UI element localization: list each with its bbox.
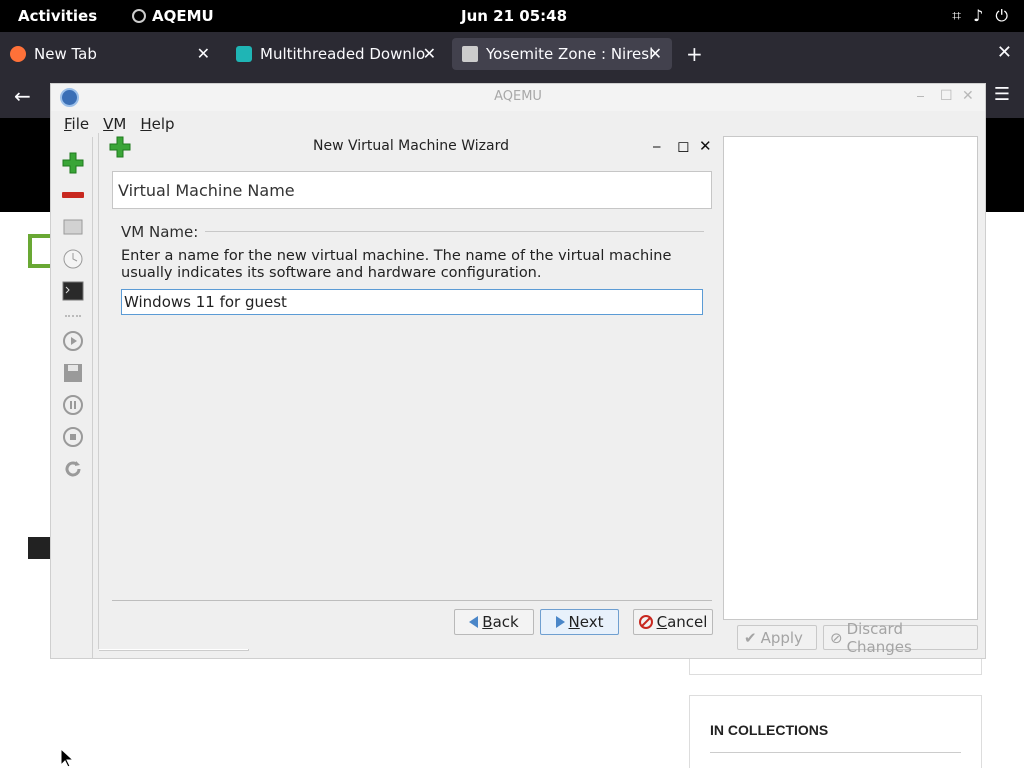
system-top-bar: Activities AQEMU Jun 21 05:48 ⌗ ♪ ⏻ bbox=[0, 0, 1024, 32]
next-arrow-icon bbox=[555, 616, 565, 628]
tab-multithreaded[interactable]: Multithreaded Downlo ✕ bbox=[226, 38, 446, 70]
toolbar-separator bbox=[65, 315, 81, 321]
drive-icon[interactable] bbox=[61, 215, 85, 239]
add-vm-icon[interactable] bbox=[61, 151, 85, 175]
close-icon[interactable]: ✕ bbox=[699, 137, 712, 155]
collections-card: IN COLLECTIONS bbox=[689, 695, 982, 768]
tab-title: New Tab bbox=[34, 45, 97, 63]
window-title: AQEMU bbox=[494, 89, 542, 104]
play-icon[interactable] bbox=[61, 329, 85, 353]
tab-new-tab[interactable]: New Tab ✕ bbox=[0, 38, 220, 70]
clock[interactable]: Jun 21 05:48 bbox=[461, 7, 567, 25]
vm-toolbar bbox=[51, 137, 93, 659]
apply-label: Apply bbox=[760, 628, 803, 647]
checkmark-icon: ✔ bbox=[744, 628, 757, 647]
vm-name-group-label: VM Name: bbox=[121, 223, 205, 241]
new-tab-button[interactable]: + bbox=[686, 42, 703, 66]
minimize-icon[interactable]: ⎯ bbox=[917, 88, 924, 104]
new-vm-wizard-dialog: New Virtual Machine Wizard ⎯ ◻ ✕ Virtual… bbox=[98, 133, 723, 649]
group-divider bbox=[205, 231, 704, 232]
clock-icon[interactable] bbox=[61, 247, 85, 271]
cancel-icon bbox=[638, 615, 653, 629]
terminal-icon[interactable] bbox=[61, 279, 85, 303]
wizard-page-header: Virtual Machine Name bbox=[112, 171, 712, 209]
museum-icon bbox=[462, 46, 478, 62]
firefox-icon bbox=[10, 46, 26, 62]
delete-vm-icon[interactable] bbox=[61, 183, 85, 207]
tab-title: Multithreaded Downlo bbox=[260, 45, 426, 63]
minimize-icon[interactable]: ⎯ bbox=[653, 137, 661, 155]
cancel-button[interactable]: Cancel bbox=[633, 609, 713, 635]
wizard-titlebar[interactable]: New Virtual Machine Wizard ⎯ ◻ ✕ bbox=[99, 133, 723, 161]
app-menu-label: AQEMU bbox=[152, 7, 214, 25]
comment-icon[interactable] bbox=[28, 537, 50, 559]
vm-name-input[interactable] bbox=[121, 289, 703, 315]
next-button[interactable]: Next bbox=[540, 609, 619, 635]
settings-buttons: ✔ Apply ⊘ Discard Changes bbox=[737, 620, 978, 656]
volume-icon: ♪ bbox=[973, 6, 984, 25]
power-icon: ⏻ bbox=[995, 6, 1008, 25]
back-label: Back bbox=[482, 613, 519, 631]
puzzle-icon bbox=[236, 46, 252, 62]
divider bbox=[710, 752, 961, 753]
button-divider bbox=[112, 600, 712, 601]
tab-close-icon[interactable]: ✕ bbox=[423, 44, 436, 63]
cancel-label: Cancel bbox=[656, 613, 708, 631]
pause-icon[interactable] bbox=[61, 393, 85, 417]
collections-heading: IN COLLECTIONS bbox=[710, 722, 829, 738]
tab-title: Yosemite Zone : Niresh bbox=[486, 45, 652, 63]
back-arrow-icon[interactable]: ← bbox=[14, 84, 31, 108]
wizard-description: Enter a name for the new virtual machine… bbox=[121, 248, 672, 281]
tab-yosemite-zone[interactable]: Yosemite Zone : Niresh ✕ bbox=[452, 38, 672, 70]
discard-icon: ⊘ bbox=[830, 628, 843, 647]
discard-label: Discard Changes bbox=[846, 619, 912, 656]
menu-file[interactable]: File bbox=[58, 111, 95, 137]
hamburger-menu-icon[interactable]: ☰ bbox=[994, 84, 1010, 105]
tab-close-icon[interactable]: ✕ bbox=[197, 44, 210, 63]
browser-tab-strip: New Tab ✕ Multithreaded Downlo ✕ Yosemit… bbox=[0, 32, 1024, 76]
wizard-title: New Virtual Machine Wizard bbox=[313, 138, 509, 154]
discard-changes-button[interactable]: ⊘ Discard Changes bbox=[823, 620, 978, 656]
web-card bbox=[689, 657, 982, 675]
save-icon[interactable] bbox=[61, 361, 85, 385]
browser-close-button[interactable]: ✕ bbox=[997, 42, 1012, 63]
maximize-icon[interactable]: ◻ bbox=[677, 137, 689, 155]
web-logo-fragment bbox=[28, 234, 52, 268]
aqemu-app-icon bbox=[132, 9, 146, 23]
stop-icon[interactable] bbox=[61, 425, 85, 449]
system-tray[interactable]: ⌗ ♪ ⏻ bbox=[952, 6, 1008, 26]
mouse-cursor-icon bbox=[60, 748, 74, 768]
app-menu[interactable]: AQEMU bbox=[132, 7, 214, 25]
back-button[interactable]: Back bbox=[454, 609, 534, 635]
network-icon: ⌗ bbox=[952, 6, 962, 25]
apply-button[interactable]: ✔ Apply bbox=[737, 625, 817, 650]
vm-info-panel bbox=[723, 136, 978, 620]
close-icon[interactable]: ✕ bbox=[962, 88, 974, 104]
back-arrow-icon bbox=[469, 616, 479, 628]
reset-icon[interactable] bbox=[61, 457, 85, 481]
tab-close-icon[interactable]: ✕ bbox=[649, 44, 662, 63]
next-label: Next bbox=[568, 613, 604, 631]
maximize-icon[interactable]: ☐ bbox=[940, 88, 953, 104]
activities-button[interactable]: Activities bbox=[18, 7, 97, 25]
aqemu-titlebar[interactable]: AQEMU ⎯ ☐ ✕ bbox=[51, 84, 985, 111]
